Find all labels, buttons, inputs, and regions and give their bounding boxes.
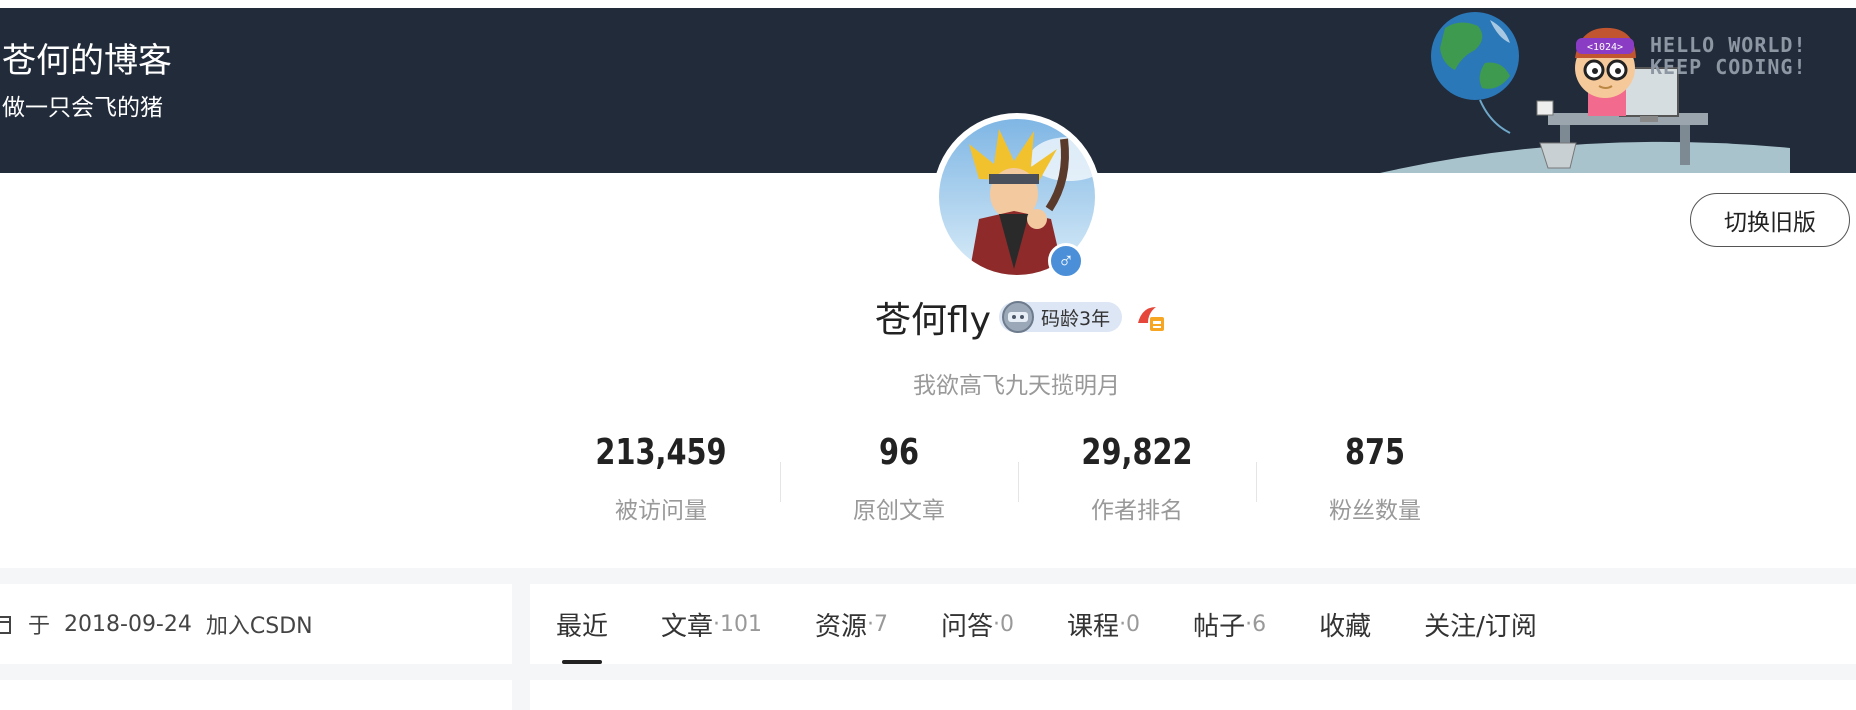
- stat-original-articles[interactable]: 96 原创文章: [780, 432, 1018, 525]
- globe-icon: [1431, 12, 1519, 134]
- svg-text:<1024>: <1024>: [1587, 42, 1623, 53]
- join-info-card: 于 2018-09-24 加入CSDN: [0, 584, 512, 664]
- male-gender-icon: ♂: [1048, 243, 1084, 279]
- stat-visits[interactable]: 213,459 被访问量: [542, 432, 780, 525]
- join-prefix: 于: [28, 614, 51, 639]
- achievement-card: [0, 680, 512, 710]
- tab-recent[interactable]: 最近: [556, 584, 608, 664]
- stat-followers[interactable]: 875 粉丝数量: [1256, 432, 1494, 525]
- tab-favorites[interactable]: 收藏: [1319, 584, 1371, 664]
- join-suffix: 加入CSDN: [205, 614, 313, 639]
- user-bio: 我欲高飞九天揽明月: [913, 373, 1120, 399]
- code-age-badge: 码龄3年: [998, 301, 1123, 333]
- hello-world-text: HELLO WORLD! KEEP CODING!: [1650, 33, 1807, 79]
- content-list-card: [530, 680, 1856, 710]
- blog-subtitle: 做一只会飞的猪: [2, 95, 163, 121]
- csdn-blog-icon[interactable]: [1134, 301, 1166, 333]
- tab-posts[interactable]: 帖子 ·6: [1193, 584, 1266, 664]
- join-date: 2018-09-24: [64, 611, 192, 637]
- tab-courses[interactable]: 课程 ·0: [1067, 584, 1140, 664]
- switch-old-version-button[interactable]: 切换旧版: [1690, 193, 1850, 247]
- profile-name-row: 苍何fly 码龄3年: [875, 295, 1166, 341]
- content-tabs: 最近 文章 ·101 资源 ·7 问答 ·0 课程 ·0 帖子 ·6 收藏 关注/订阅: [530, 584, 1856, 664]
- username: 苍何fly: [875, 300, 991, 341]
- tab-articles[interactable]: 文章 ·101: [661, 584, 762, 664]
- tab-qa[interactable]: 问答 ·0: [941, 584, 1014, 664]
- profile-stats: 213,459 被访问量 96 原创文章 29,822 作者排名 875 粉丝数…: [542, 432, 1494, 525]
- tab-following[interactable]: 关注/订阅: [1424, 584, 1537, 664]
- profile-banner: 苍何的博客 做一只会飞的猪 <1024> HELLO WORLD! KEEP C…: [0, 8, 1856, 173]
- code-age-icon: [1001, 301, 1034, 333]
- blog-title: 苍何的博客: [2, 41, 172, 81]
- calendar-icon: [0, 616, 11, 634]
- tab-resources[interactable]: 资源 ·7: [815, 584, 888, 664]
- stat-author-rank[interactable]: 29,822 作者排名: [1018, 432, 1256, 525]
